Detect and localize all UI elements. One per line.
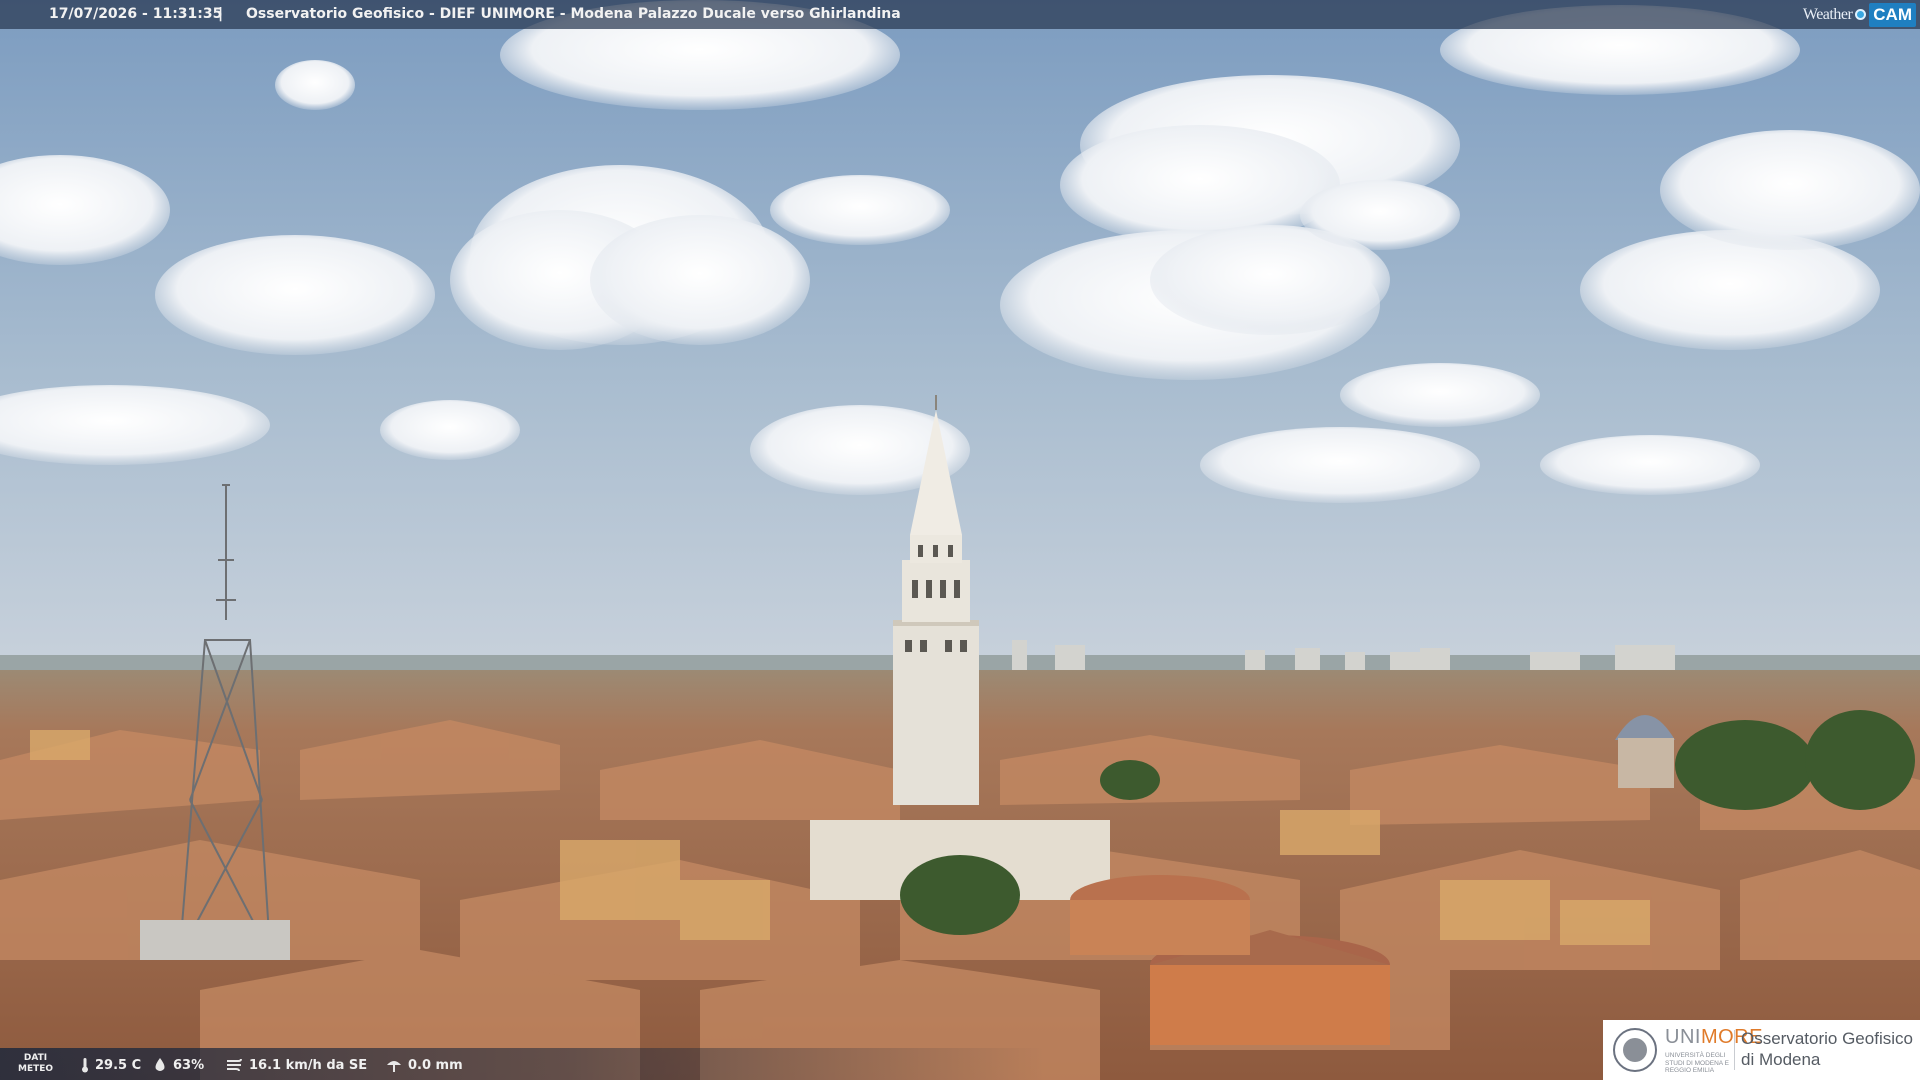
- unimore-logo-panel: UNIMORE UNIVERSITÀ DEGLI STUDI DI MODENA…: [1603, 1020, 1920, 1080]
- rain-reading: 0.0 mm: [385, 1057, 463, 1073]
- observatory-line2: di Modena: [1741, 1050, 1821, 1069]
- weathercam-logo-weather: Weather: [1802, 5, 1853, 23]
- observatory-line1: Osservatorio Geofisico: [1741, 1029, 1913, 1048]
- temperature-value: 29.5 C: [95, 1057, 142, 1073]
- humidity-reading: 63%: [152, 1057, 204, 1073]
- temperature-reading: 29.5 C: [80, 1057, 141, 1073]
- unimore-seal-icon: [1613, 1028, 1657, 1072]
- logo-divider: [1734, 1030, 1735, 1070]
- overlay-top-bar: 17/07/2026 - 11:31:35 | Osservatorio Geo…: [0, 0, 1920, 29]
- camera-title: Osservatorio Geofisico - DIEF UNIMORE - …: [246, 6, 901, 22]
- thermometer-icon: [82, 1058, 88, 1073]
- title-separator: |: [218, 6, 224, 22]
- wind-icon: [227, 1058, 242, 1072]
- rain-value: 0.0 mm: [408, 1057, 463, 1073]
- weather-data-label: DATI METEO: [18, 1053, 53, 1075]
- humidity-value: 63%: [173, 1057, 205, 1073]
- weathercam-logo-cam: CAM: [1869, 2, 1916, 27]
- wind-value: 16.1 km/h da SE: [249, 1057, 368, 1073]
- observatory-name: Osservatorio Geofisico di Modena: [1741, 1028, 1913, 1070]
- unimore-name-gray: UNI: [1665, 1026, 1701, 1048]
- timestamp: 17/07/2026 - 11:31:35: [49, 6, 223, 22]
- wind-reading: 16.1 km/h da SE: [226, 1057, 367, 1073]
- unimore-university-line: UNIVERSITÀ DEGLI STUDI DI MODENA E REGGI…: [1665, 1052, 1729, 1074]
- weather-data-label-line2: METEO: [18, 1064, 54, 1074]
- weather-data-label-line1: DATI: [23, 1053, 48, 1063]
- webcam-scene: [0, 0, 1920, 1080]
- weathercam-dot-icon: [1855, 9, 1867, 20]
- rain-gauge-icon: [387, 1061, 401, 1072]
- weathercam-logo: Weather CAM: [1803, 0, 1920, 29]
- humidity-icon: [155, 1058, 165, 1071]
